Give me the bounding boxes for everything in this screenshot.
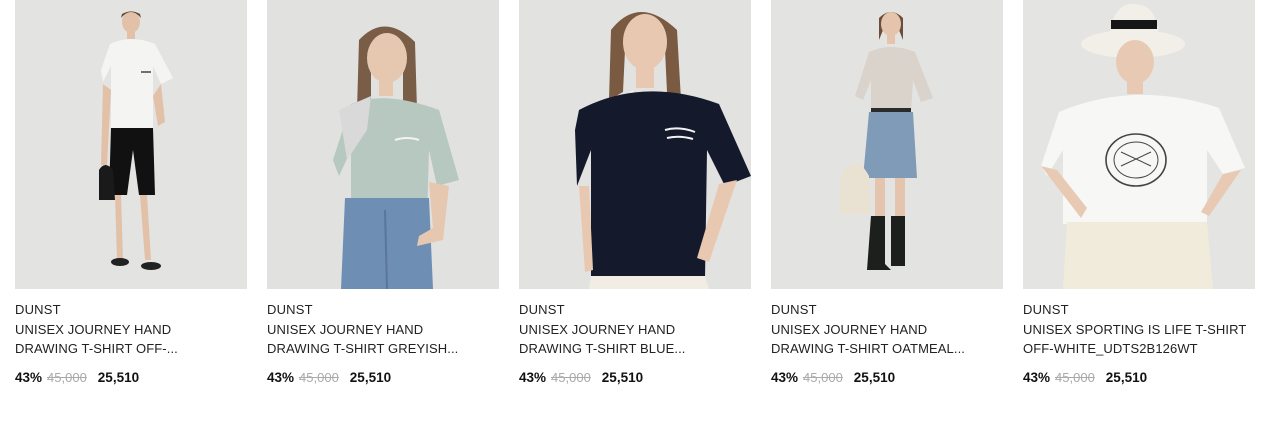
product-name[interactable]: UNISEX JOURNEY HAND DRAWING T-SHIRT OFF-…: [15, 320, 247, 358]
original-price: 45,000: [47, 370, 87, 385]
sale-price: 25,510: [853, 370, 896, 385]
original-price: 45,000: [803, 370, 843, 385]
brand-name: DUNST: [519, 302, 565, 317]
sale-price: 25,510: [349, 370, 392, 385]
product-name-line: UNISEX SPORTING IS LIFE T-SHIRT: [1023, 322, 1247, 337]
product-name-line: UNISEX JOURNEY HAND: [519, 322, 676, 337]
product-name-line: DRAWING T-SHIRT OFF-...: [15, 341, 178, 356]
discount-rate: 43%: [1023, 370, 1051, 385]
sale-price: 25,510: [1105, 370, 1148, 385]
product-name-line: UNISEX JOURNEY HAND: [267, 322, 424, 337]
brand-name: DUNST: [15, 302, 61, 317]
discount-rate: 43%: [519, 370, 547, 385]
price-row: 43% 45,000 25,510: [1023, 370, 1255, 386]
product-card[interactable]: DUNST UNISEX SPORTING IS LIFE T-SHIRT OF…: [1023, 0, 1255, 386]
price-row: 43% 45,000 25,510: [519, 370, 751, 386]
price-row: 43% 45,000 25,510: [267, 370, 499, 386]
product-image[interactable]: [15, 0, 247, 289]
product-card[interactable]: DUNST UNISEX JOURNEY HAND DRAWING T-SHIR…: [519, 0, 751, 386]
product-image[interactable]: [771, 0, 1003, 289]
product-card[interactable]: DUNST UNISEX JOURNEY HAND DRAWING T-SHIR…: [771, 0, 1003, 386]
brand-name: DUNST: [1023, 302, 1069, 317]
discount-rate: 43%: [267, 370, 295, 385]
product-card[interactable]: DUNST UNISEX JOURNEY HAND DRAWING T-SHIR…: [267, 0, 499, 386]
original-price: 45,000: [1055, 370, 1095, 385]
product-name[interactable]: UNISEX JOURNEY HAND DRAWING T-SHIRT OATM…: [771, 320, 1003, 358]
product-name-line: OFF-WHITE_UDTS2B126WT: [1023, 341, 1198, 356]
discount-rate: 43%: [15, 370, 43, 385]
product-name-line: DRAWING T-SHIRT OATMEAL...: [771, 341, 966, 356]
sale-price: 25,510: [601, 370, 644, 385]
brand-name: DUNST: [267, 302, 313, 317]
product-name[interactable]: UNISEX JOURNEY HAND DRAWING T-SHIRT GREY…: [267, 320, 499, 358]
product-name[interactable]: UNISEX SPORTING IS LIFE T-SHIRT OFF-WHIT…: [1023, 320, 1255, 358]
discount-rate: 43%: [771, 370, 799, 385]
price-row: 43% 45,000 25,510: [771, 370, 1003, 386]
product-card[interactable]: DUNST UNISEX JOURNEY HAND DRAWING T-SHIR…: [15, 0, 247, 386]
product-grid: DUNST UNISEX JOURNEY HAND DRAWING T-SHIR…: [15, 0, 1255, 386]
product-name-line: UNISEX JOURNEY HAND: [771, 322, 928, 337]
product-image[interactable]: [267, 0, 499, 289]
product-image[interactable]: [519, 0, 751, 289]
product-name-line: DRAWING T-SHIRT BLUE...: [519, 341, 686, 356]
original-price: 45,000: [299, 370, 339, 385]
sale-price: 25,510: [97, 370, 140, 385]
original-price: 45,000: [551, 370, 591, 385]
product-name[interactable]: UNISEX JOURNEY HAND DRAWING T-SHIRT BLUE…: [519, 320, 751, 358]
product-name-line: DRAWING T-SHIRT GREYISH...: [267, 341, 459, 356]
price-row: 43% 45,000 25,510: [15, 370, 247, 386]
brand-name: DUNST: [771, 302, 817, 317]
product-name-line: UNISEX JOURNEY HAND: [15, 322, 172, 337]
product-image[interactable]: [1023, 0, 1255, 289]
